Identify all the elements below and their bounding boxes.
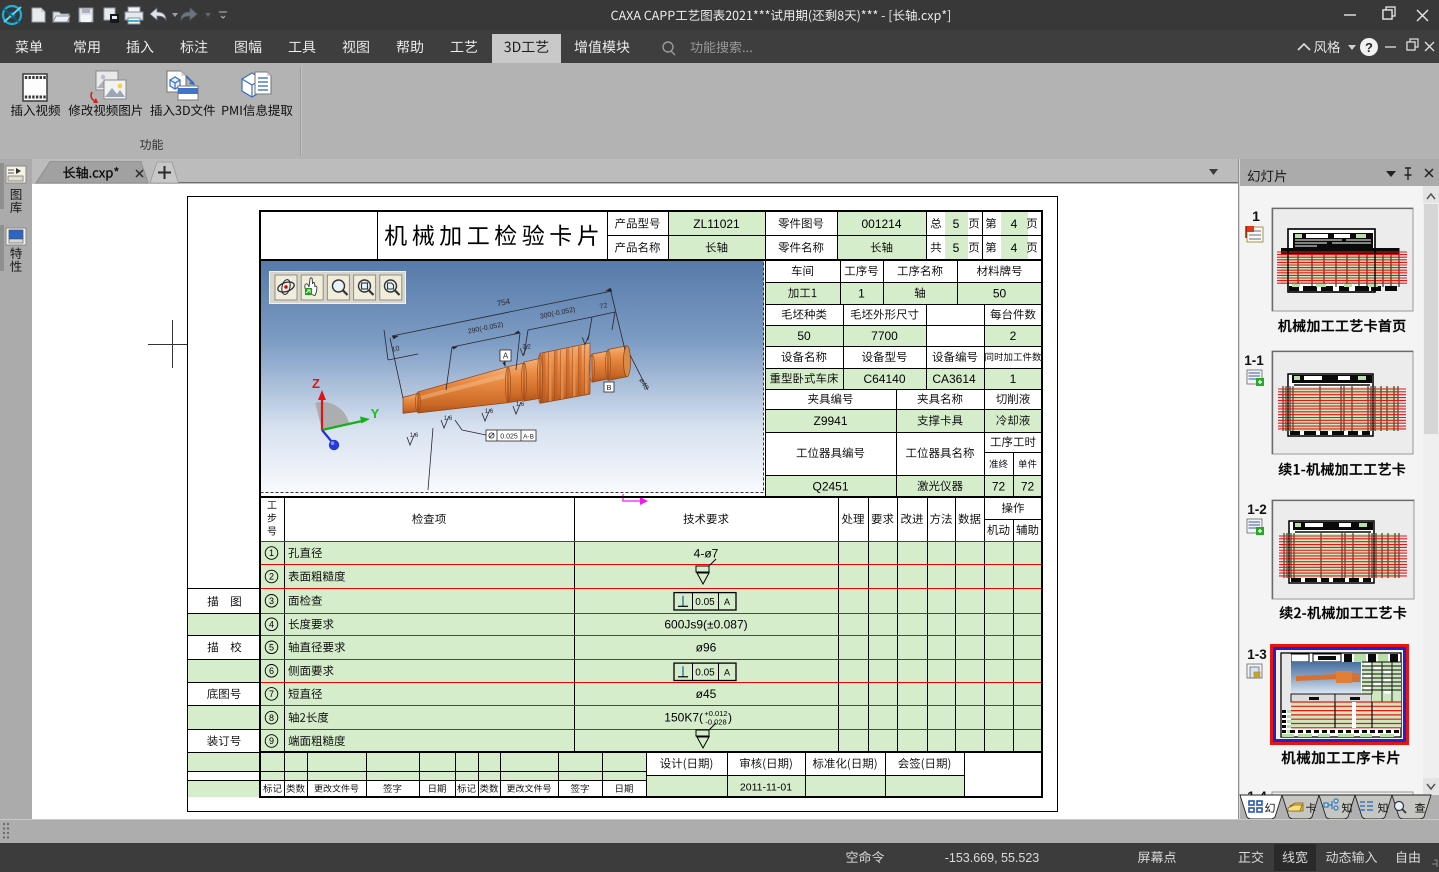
svg-text:0.05: 0.05 [695,597,715,608]
svg-text:1: 1 [1252,208,1260,224]
svg-text:1: 1 [1010,372,1017,386]
svg-text:9: 9 [269,736,274,746]
svg-text:C64140: C64140 [863,372,905,386]
svg-text:4: 4 [269,620,274,630]
svg-text:A: A [503,352,509,361]
svg-text:?: ? [1365,40,1373,55]
svg-text:7700: 7700 [871,329,898,343]
svg-text:1.6: 1.6 [485,409,494,415]
svg-text:600Js9(±0.087): 600Js9(±0.087) [664,618,747,632]
svg-text:5: 5 [269,643,274,653]
svg-text:8: 8 [269,713,274,723]
svg-text:72: 72 [1021,479,1035,493]
svg-text:ø96: ø96 [696,641,717,655]
svg-text:A: A [724,667,730,677]
svg-text:CA3614: CA3614 [932,372,976,386]
svg-text:0.05: 0.05 [695,667,715,678]
svg-text:1: 1 [269,548,274,558]
svg-text:5: 5 [953,241,960,255]
svg-text:150K7(: 150K7( [664,711,703,725]
svg-text:1-2: 1-2 [1247,502,1267,517]
svg-text:2: 2 [269,572,274,582]
svg-text:Y: Y [371,406,380,421]
svg-text:3.2: 3.2 [522,344,531,350]
svg-text:1-1: 1-1 [1244,353,1264,368]
svg-text:): ) [728,711,732,725]
svg-text:-153.669, 55.523: -153.669, 55.523 [945,851,1040,865]
svg-text:6: 6 [269,666,274,676]
svg-text:4-ø7: 4-ø7 [694,546,719,560]
svg-text:5: 5 [953,217,960,231]
svg-text:4: 4 [1011,217,1018,231]
svg-text:A: A [724,597,730,607]
svg-text:B: B [606,383,611,392]
svg-text:72: 72 [992,479,1006,493]
svg-text:Q2451: Q2451 [812,479,848,493]
svg-text:0.025: 0.025 [500,434,518,441]
svg-text:-0.028: -0.028 [705,718,726,727]
svg-text:1: 1 [858,286,865,300]
svg-text:4: 4 [1011,241,1018,255]
svg-text:ø45: ø45 [696,687,717,701]
svg-text:1.6: 1.6 [516,402,525,408]
svg-text:2011-11-01: 2011-11-01 [740,781,792,793]
svg-text:2: 2 [1010,329,1017,343]
svg-text:Z9941: Z9941 [813,414,847,428]
svg-text:ZL11021: ZL11021 [693,217,740,231]
svg-text:A-B: A-B [523,434,534,441]
svg-text:50: 50 [993,286,1007,300]
svg-text:50: 50 [797,329,811,343]
svg-text:3: 3 [269,596,274,606]
svg-text:001214: 001214 [861,217,901,231]
svg-text:Z: Z [312,376,320,391]
svg-text:1.6: 1.6 [410,433,419,439]
svg-text:1-3: 1-3 [1247,647,1267,662]
svg-text:7: 7 [269,689,274,699]
svg-text:1.6: 1.6 [444,416,453,422]
